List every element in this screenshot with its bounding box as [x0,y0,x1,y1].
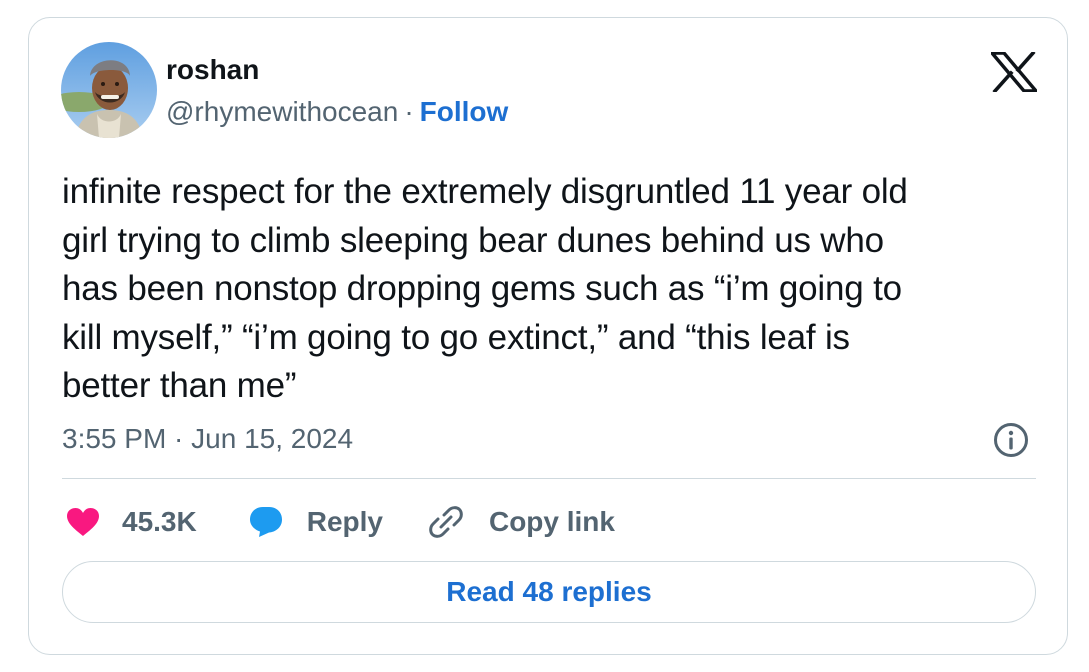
separator-dot: · [404,96,414,127]
heart-icon [67,508,99,536]
like-button[interactable]: 45.3K [66,506,197,538]
avatar[interactable] [61,42,157,138]
action-bar: 45.3K Reply Copy link [66,500,615,544]
tweet-text-line: infinite respect for the extremely disgr… [62,172,908,211]
link-icon [429,506,463,538]
info-icon[interactable] [992,421,1030,459]
tweet-card: roshan @rhymewithocean · Follow infinite r… [28,17,1068,655]
reply-label: Reply [306,506,383,537]
x-logo-icon[interactable] [988,50,1040,94]
tweet-text-line: girl trying to climb sleeping bear dunes… [62,220,884,260]
read-replies-button[interactable]: Read 48 replies [62,561,1036,623]
copy-link-button[interactable]: Copy link [429,505,615,539]
author-handle-row: @rhymewithocean · Follow [166,95,508,129]
follow-button[interactable]: Follow [420,96,509,127]
author-display-name[interactable]: roshan [166,53,259,87]
speech-bubble-icon [249,507,282,537]
avatar-photo [61,42,157,138]
tweet-text-line: better than me” [62,366,297,405]
like-count: 45.3K [122,506,197,537]
tweet-text-line: kill myself,” “i’m going to go extinct,”… [62,317,850,357]
tweet-timestamp[interactable]: 3:55 PM · Jun 15, 2024 [62,422,353,456]
divider [62,478,1036,479]
reply-button[interactable]: Reply [249,506,383,538]
copy-link-label: Copy link [488,506,615,537]
author-handle[interactable]: @rhymewithocean [166,96,398,127]
tweet-text: infinite respect for the extremely disgr… [62,168,1052,411]
tweet-text-line: has been nonstop dropping gems such as “… [62,269,902,308]
